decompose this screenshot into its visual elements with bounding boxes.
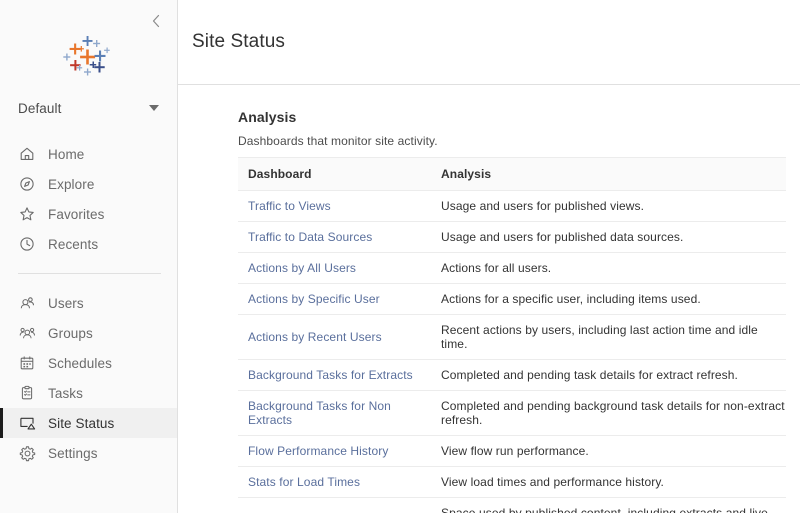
dashboard-link[interactable]: Flow Performance History (248, 444, 388, 458)
gear-icon (18, 444, 36, 462)
sidebar-item-label: Home (48, 146, 85, 162)
cell-dashboard: Flow Performance History (238, 435, 431, 467)
page-header: Site Status (178, 0, 800, 85)
cell-analysis: View load times and performance history. (431, 466, 786, 498)
cell-analysis: Usage and users for published views. (431, 190, 786, 222)
page-title: Site Status (192, 31, 285, 52)
groups-icon (18, 324, 36, 342)
table-header-row: Dashboard Analysis (238, 157, 786, 191)
cell-dashboard: Actions by Specific User (238, 283, 431, 315)
table-row: Traffic to Data Sources Usage and users f… (238, 221, 786, 253)
cell-analysis: Actions for a specific user, including i… (431, 283, 786, 315)
cell-dashboard: Background Tasks for Extracts (238, 359, 431, 391)
dashboard-link[interactable]: Actions by Recent Users (248, 330, 382, 344)
cell-dashboard: Background Tasks for Non Extracts (238, 390, 431, 436)
sidebar-primary-nav: Home Explore Favorites Recents (0, 139, 177, 259)
sidebar-item-label: Explore (48, 176, 95, 192)
cell-analysis: Actions for all users. (431, 252, 786, 284)
chevron-left-icon (150, 13, 162, 29)
cell-analysis: Recent actions by users, including last … (431, 314, 786, 360)
dashboards-table: Dashboard Analysis Traffic to Views Usage… (238, 157, 786, 513)
sidebar-item-label: Schedules (48, 355, 112, 371)
table-head: Dashboard Analysis (238, 157, 786, 191)
cell-dashboard: Traffic to Views (238, 190, 431, 222)
sidebar-item-label: Groups (48, 325, 93, 341)
sidebar-item-users[interactable]: Users (0, 288, 177, 318)
sidebar-item-site-status[interactable]: Site Status (0, 408, 177, 438)
dashboard-link[interactable]: Traffic to Views (248, 199, 331, 213)
monitor-alert-icon (18, 414, 36, 432)
cell-dashboard: Traffic to Data Sources (238, 221, 431, 253)
sidebar-item-explore[interactable]: Explore (0, 169, 177, 199)
table-row: Actions by Recent Users Recent actions by… (238, 314, 786, 360)
sidebar-item-label: Tasks (48, 385, 84, 401)
column-header-analysis: Analysis (431, 157, 786, 191)
site-selector[interactable]: Default (18, 95, 161, 121)
table-row: Stats for Load Times View load times and … (238, 466, 786, 498)
home-icon (18, 145, 36, 163)
cell-dashboard: Actions by Recent Users (238, 314, 431, 360)
table-row: Background Tasks for Non Extracts Complet… (238, 390, 786, 436)
main-content: Site Status Analysis Dashboards that mon… (178, 0, 800, 513)
site-selector-label: Default (18, 100, 62, 116)
section-subtitle: Dashboards that monitor site activity. (238, 134, 438, 148)
cell-analysis: Completed and pending background task de… (431, 390, 786, 436)
tableau-logo-icon (61, 33, 117, 81)
users-icon (18, 294, 36, 312)
table-row: Actions by Specific User Actions for a sp… (238, 283, 786, 315)
cell-analysis: Space used by published content, includi… (431, 497, 786, 513)
sidebar-collapse-button[interactable] (143, 8, 169, 34)
sidebar-item-label: Site Status (48, 415, 115, 431)
sidebar-item-home[interactable]: Home (0, 139, 177, 169)
sidebar-divider (18, 273, 161, 274)
sidebar-item-favorites[interactable]: Favorites (0, 199, 177, 229)
star-icon (18, 205, 36, 223)
sidebar-item-settings[interactable]: Settings (0, 438, 177, 468)
table-row: Flow Performance History View flow run pe… (238, 435, 786, 467)
table-row: Traffic to Views Usage and users for publ… (238, 190, 786, 222)
dashboard-link[interactable]: Background Tasks for Extracts (248, 368, 413, 382)
cell-analysis: Usage and users for published data sourc… (431, 221, 786, 253)
sidebar-item-tasks[interactable]: Tasks (0, 378, 177, 408)
cell-analysis: View flow run performance. (431, 435, 786, 467)
sidebar-item-schedules[interactable]: Schedules (0, 348, 177, 378)
sidebar-item-label: Users (48, 295, 84, 311)
calendar-icon (18, 354, 36, 372)
sidebar-item-groups[interactable]: Groups (0, 318, 177, 348)
cell-dashboard: Stats for Space Usage (238, 497, 431, 513)
app-root: Default Home Explore Favorites Recents U… (0, 0, 800, 513)
sidebar-item-label: Recents (48, 236, 99, 252)
table-row: Background Tasks for Extracts Completed a… (238, 359, 786, 391)
chevron-down-icon (149, 105, 159, 111)
dashboard-link[interactable]: Stats for Load Times (248, 475, 360, 489)
clock-icon (18, 235, 36, 253)
sidebar-item-label: Favorites (48, 206, 105, 222)
sidebar-item-label: Settings (48, 445, 98, 461)
sidebar-secondary-nav: Users Groups Schedules Tasks Site Status… (0, 288, 177, 468)
dashboard-link[interactable]: Actions by All Users (248, 261, 356, 275)
table-row: Stats for Space UsageSpace used by publi… (238, 497, 786, 513)
section-title: Analysis (238, 109, 297, 125)
cell-dashboard: Stats for Load Times (238, 466, 431, 498)
table-body: Traffic to Views Usage and users for publ… (238, 190, 786, 513)
dashboard-link[interactable]: Actions by Specific User (248, 292, 380, 306)
content-area: Analysis Dashboards that monitor site ac… (178, 85, 800, 513)
dashboard-link[interactable]: Traffic to Data Sources (248, 230, 372, 244)
cell-analysis: Completed and pending task details for e… (431, 359, 786, 391)
sidebar-item-recents[interactable]: Recents (0, 229, 177, 259)
clipboard-icon (18, 384, 36, 402)
column-header-dashboard: Dashboard (238, 157, 431, 191)
cell-dashboard: Actions by All Users (238, 252, 431, 284)
compass-icon (18, 175, 36, 193)
table-row: Actions by All Users Actions for all user… (238, 252, 786, 284)
sidebar: Default Home Explore Favorites Recents U… (0, 0, 178, 513)
dashboard-link[interactable]: Background Tasks for Non Extracts (248, 399, 391, 427)
